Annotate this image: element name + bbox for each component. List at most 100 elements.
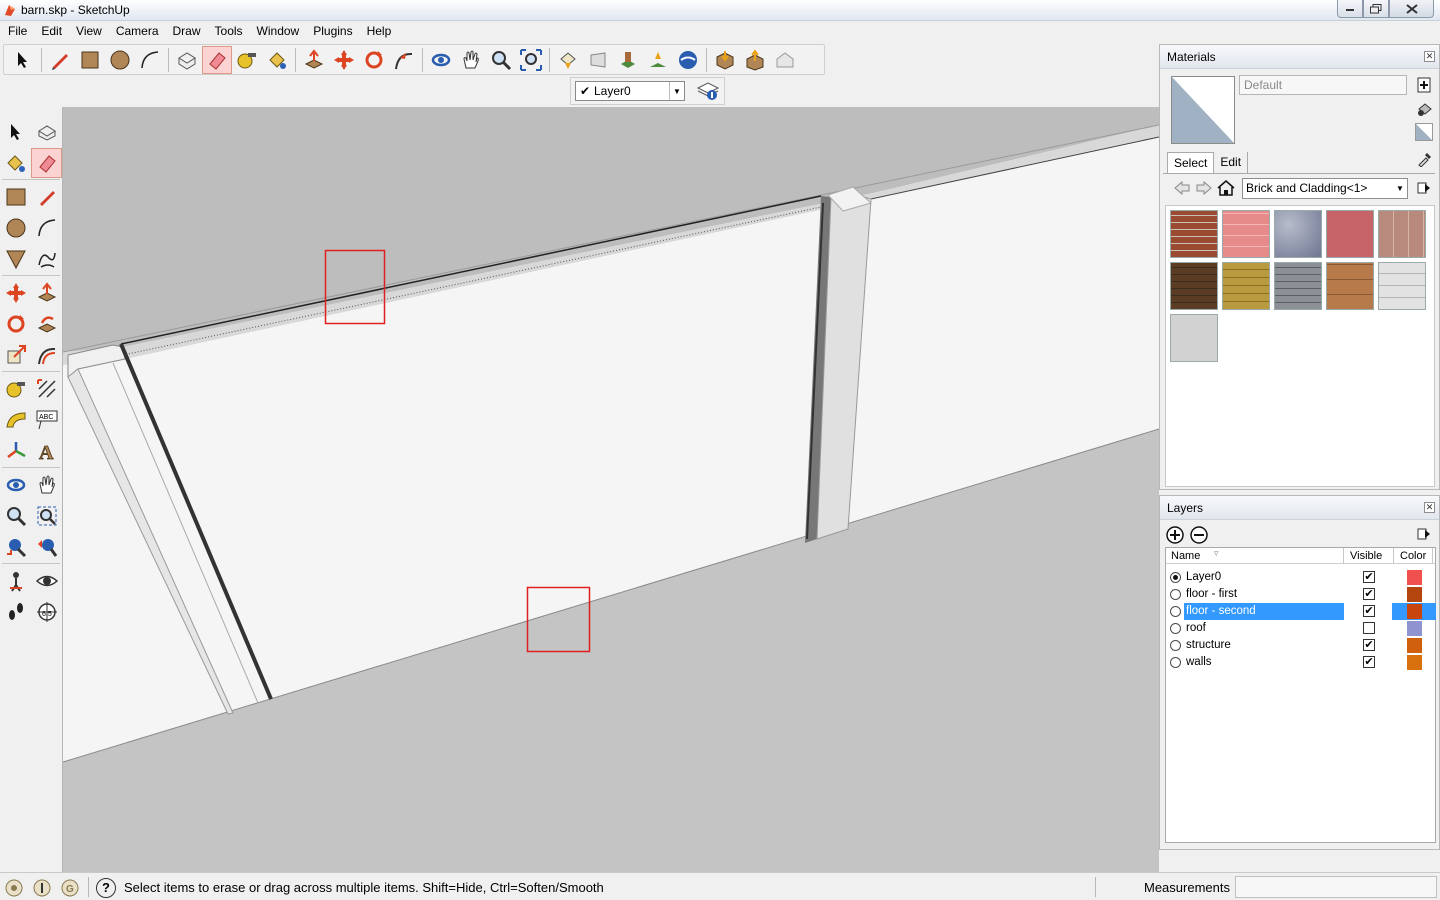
material-swatch[interactable] (1378, 210, 1426, 258)
scale-tool-button[interactable] (0, 340, 31, 370)
previous-view-button-large[interactable] (31, 532, 62, 562)
layer-row[interactable]: Layer0 ✔ (1166, 569, 1435, 586)
material-swatch[interactable] (1326, 262, 1374, 310)
sample-paint-button[interactable] (1415, 150, 1433, 168)
circle-tool-button-large[interactable] (0, 213, 31, 243)
orbit-tool-button[interactable] (426, 46, 456, 74)
layer-color-swatch[interactable] (1407, 587, 1422, 602)
tape-measure-button[interactable] (232, 46, 262, 74)
layer-name[interactable]: roof (1184, 620, 1344, 637)
rectangle-tool-button-large[interactable] (0, 182, 31, 212)
push-pull-button-large[interactable] (31, 278, 62, 308)
arc-tool-button[interactable] (135, 46, 165, 74)
menu-camera[interactable]: Camera (109, 21, 166, 42)
layer-name[interactable]: floor - first (1184, 586, 1344, 603)
layer-color-swatch[interactable] (1407, 621, 1422, 636)
layer-row[interactable]: roof (1166, 620, 1435, 637)
material-swatch[interactable] (1222, 210, 1270, 258)
menu-edit[interactable]: Edit (34, 21, 69, 42)
zoom-tool-button[interactable] (486, 46, 516, 74)
previous-view-button[interactable] (553, 46, 583, 74)
active-layer-radio[interactable] (1170, 657, 1181, 668)
layer-color-swatch[interactable] (1407, 638, 1422, 653)
zoom-extents-button-large[interactable] (0, 532, 31, 562)
layer-visible-checkbox[interactable] (1363, 622, 1375, 634)
active-layer-radio[interactable] (1170, 589, 1181, 600)
rectangle-tool-button[interactable] (75, 46, 105, 74)
active-layer-radio[interactable] (1170, 640, 1181, 651)
next-view-button[interactable] (583, 46, 613, 74)
pencil-tool-button[interactable] (45, 46, 75, 74)
share-model-button[interactable] (740, 46, 770, 74)
move-tool-button-large[interactable] (0, 278, 31, 308)
paint-bucket-button-large[interactable] (0, 148, 31, 178)
layer-visible-checkbox[interactable]: ✔ (1363, 656, 1375, 668)
pan-tool-button[interactable] (456, 46, 486, 74)
line-tool-button[interactable] (31, 182, 62, 212)
layer-row[interactable]: structure ✔ (1166, 637, 1435, 654)
material-swatch[interactable] (1326, 210, 1374, 258)
section-plane-button[interactable]: 6.5 (31, 597, 62, 627)
layer-row[interactable]: floor - first ✔ (1166, 586, 1435, 603)
toggle-terrain-button[interactable] (643, 46, 673, 74)
circle-tool-button[interactable] (105, 46, 135, 74)
active-layer-radio[interactable] (1170, 606, 1181, 617)
eraser-tool-button-large[interactable] (31, 147, 62, 178)
push-pull-button[interactable] (299, 46, 329, 74)
measurements-input[interactable] (1235, 876, 1437, 898)
credits-button[interactable] (31, 878, 53, 898)
tab-edit[interactable]: Edit (1214, 152, 1249, 174)
layer-name[interactable]: walls (1184, 654, 1344, 671)
active-layer-radio[interactable] (1170, 623, 1181, 634)
zoom-tool-button-large[interactable] (0, 501, 31, 531)
modeling-viewport[interactable] (63, 107, 1159, 872)
freehand-tool-button[interactable] (31, 244, 62, 274)
google-earth-button[interactable] (673, 46, 703, 74)
close-icon[interactable]: ✕ (1424, 51, 1435, 62)
column-name[interactable]: Name (1171, 550, 1200, 562)
share-component-button[interactable] (770, 46, 800, 74)
arc-tool-button-large[interactable] (31, 213, 62, 243)
rotate-tool-button[interactable] (359, 46, 389, 74)
layer-visible-checkbox[interactable]: ✔ (1363, 639, 1375, 651)
pan-tool-button-large[interactable] (31, 470, 62, 500)
add-layer-icon[interactable] (1166, 526, 1184, 544)
help-icon[interactable]: ? (96, 878, 116, 898)
back-button[interactable] (1171, 178, 1193, 198)
make-component-button[interactable] (172, 46, 202, 74)
follow-me-button[interactable] (389, 46, 419, 74)
get-models-button[interactable] (710, 46, 740, 74)
select-tool-button-large[interactable] (0, 117, 31, 147)
zoom-window-button[interactable] (31, 501, 62, 531)
axes-tool-button[interactable] (0, 436, 31, 466)
zoom-extents-button[interactable] (516, 46, 546, 74)
layer-name[interactable]: Layer0 (1184, 569, 1344, 586)
home-button[interactable] (1215, 178, 1237, 198)
column-visible[interactable]: Visible (1350, 550, 1382, 562)
position-camera-button[interactable] (0, 566, 31, 596)
layer-manager-button[interactable] (693, 78, 723, 104)
protractor-tool-button[interactable] (0, 405, 31, 435)
column-color[interactable]: Color (1400, 550, 1426, 562)
material-swatch[interactable] (1170, 314, 1218, 362)
layer-name[interactable]: structure (1184, 637, 1344, 654)
menu-help[interactable]: Help (360, 21, 399, 42)
close-button[interactable] (1389, 0, 1434, 18)
material-swatch[interactable] (1222, 262, 1270, 310)
rotate-tool-button-large[interactable] (0, 309, 31, 339)
menu-tools[interactable]: Tools (208, 21, 250, 42)
menu-window[interactable]: Window (250, 21, 307, 42)
collection-dropdown[interactable]: Brick and Cladding<1> ▼ (1242, 178, 1408, 199)
eraser-tool-button[interactable] (202, 45, 232, 74)
layer-row[interactable]: floor - second ✔ (1166, 603, 1436, 620)
current-layer-select[interactable]: ✔ Layer0 ▼ (575, 81, 685, 101)
follow-me-button-large[interactable] (31, 309, 62, 339)
walk-tool-button[interactable] (0, 597, 31, 627)
layer-color-swatch[interactable] (1407, 570, 1422, 585)
3d-text-tool-button[interactable]: A (31, 436, 62, 466)
details-button[interactable] (1415, 179, 1433, 197)
minimize-button[interactable] (1337, 0, 1363, 18)
component-tool-button[interactable] (31, 117, 62, 147)
select-tool-button[interactable] (8, 46, 38, 74)
menu-file[interactable]: File (1, 21, 34, 42)
